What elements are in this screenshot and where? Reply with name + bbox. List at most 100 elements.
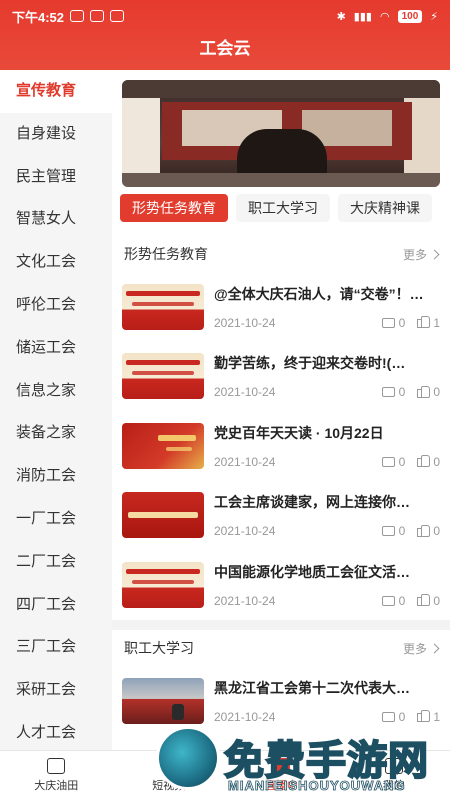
article-date: 2021-10-24 — [214, 593, 276, 608]
like-count: 0 — [433, 524, 440, 539]
sidebar-item[interactable]: 智慧女人 — [0, 198, 112, 241]
comment-icon — [381, 387, 395, 398]
sidebar-item[interactable]: 呼伦工会 — [0, 284, 112, 327]
comment-icon — [381, 456, 395, 467]
tab-item[interactable]: 大庆精神课 — [338, 194, 432, 222]
category-tabs: 形势任务教育 职工大学习 大庆精神课 — [120, 194, 450, 222]
bottom-nav-item-live[interactable]: 直播中 — [225, 751, 338, 800]
notification-icon — [90, 10, 105, 22]
sidebar-item[interactable]: 文化工会 — [0, 241, 112, 284]
status-bar: 下午4:52 ✱ ▮▮▮ ◠ 100 ⚡ — [0, 0, 450, 32]
banner-image[interactable] — [122, 80, 440, 187]
sidebar-item[interactable]: 消防工会 — [0, 455, 112, 498]
article-title: 勤学苦练，终于迎来交卷时!(… — [214, 355, 406, 372]
bottom-nav: 大庆油田 短视频 直播中 我的 — [0, 750, 450, 800]
sidebar-item[interactable]: 四厂工会 — [0, 584, 112, 627]
notification-icon — [110, 10, 125, 22]
like-icon[interactable] — [417, 594, 431, 607]
signal-icon: ▮▮▮ — [353, 10, 372, 23]
article-item[interactable]: 工会主席谈建家，网上连接你… 2021-10-24 0 0 — [112, 481, 450, 551]
section-title: 形势任务教育 — [124, 246, 208, 262]
comment-count: 0 — [398, 709, 406, 724]
live-icon — [272, 758, 291, 774]
user-icon — [384, 758, 403, 774]
section-header: 职工大学习 更多 — [112, 630, 450, 666]
article-title: 党史百年天天读 · 10月22日 — [214, 424, 384, 441]
sidebar-item[interactable]: 信息之家 — [0, 370, 112, 413]
comment-count: 0 — [398, 524, 406, 539]
article-section: 形势任务教育 更多 @全体大庆石油人，请“交卷”！… 2021-10-24 0 … — [112, 236, 450, 620]
comment-count: 0 — [398, 385, 406, 400]
article-date: 2021-10-24 — [214, 709, 276, 724]
wifi-icon: ◠ — [379, 10, 390, 23]
chevron-right-icon — [429, 643, 440, 653]
comment-icon — [381, 526, 395, 537]
bluetooth-icon: ✱ — [336, 10, 346, 23]
article-title: @全体大庆石油人，请“交卷”！… — [214, 285, 424, 302]
like-icon[interactable] — [417, 316, 431, 329]
video-icon — [159, 758, 178, 774]
article-thumbnail — [122, 677, 204, 724]
more-link[interactable]: 更多 — [403, 246, 440, 263]
section-title: 职工大学习 — [124, 640, 194, 656]
article-thumbnail — [122, 283, 204, 330]
section-header: 形势任务教育 更多 — [112, 236, 450, 272]
status-time: 下午4:52 — [12, 9, 65, 25]
like-count: 0 — [433, 593, 440, 608]
tab-item[interactable]: 形势任务教育 — [120, 194, 228, 222]
sidebar-item[interactable]: 装备之家 — [0, 412, 112, 455]
battery-icon: 100 — [397, 9, 423, 23]
article-item[interactable]: 党史百年天天读 · 10月22日 2021-10-24 0 0 — [112, 411, 450, 481]
like-icon[interactable] — [417, 455, 431, 468]
like-icon[interactable] — [417, 385, 431, 398]
sidebar-item[interactable]: 三厂工会 — [0, 626, 112, 669]
like-count: 1 — [433, 709, 440, 724]
sidebar-item[interactable]: 一厂工会 — [0, 498, 112, 541]
bottom-nav-item-home[interactable]: 大庆油田 — [0, 751, 113, 800]
notification-icon — [70, 10, 85, 22]
like-count: 1 — [433, 315, 440, 330]
bottom-nav-item-profile[interactable]: 我的 — [338, 751, 450, 800]
like-count: 0 — [433, 385, 440, 400]
sidebar-item[interactable]: 民主管理 — [0, 156, 112, 199]
like-icon[interactable] — [417, 710, 431, 723]
article-title: 黑龙江省工会第十二次代表大… — [214, 679, 410, 696]
article-date: 2021-10-24 — [214, 524, 276, 539]
sidebar-item[interactable]: 人才工会 — [0, 712, 112, 750]
app-header: 下午4:52 ✱ ▮▮▮ ◠ 100 ⚡ 工会云 — [0, 0, 450, 70]
article-date: 2021-10-24 — [214, 315, 276, 330]
comment-icon — [381, 595, 395, 606]
section-divider — [112, 620, 450, 630]
article-date: 2021-10-24 — [214, 454, 276, 469]
more-link[interactable]: 更多 — [403, 640, 440, 657]
article-item[interactable]: 勤学苦练，终于迎来交卷时!(… 2021-10-24 0 0 — [112, 342, 450, 412]
main-content: 形势任务教育 职工大学习 大庆精神课 形势任务教育 更多 @全体大庆石油人，请“… — [112, 70, 450, 750]
article-title: 中国能源化学地质工会征文活… — [214, 563, 410, 580]
article-title: 工会主席谈建家，网上连接你… — [214, 494, 410, 511]
article-thumbnail — [122, 492, 204, 539]
like-count: 0 — [433, 454, 440, 469]
charging-icon: ⚡ — [430, 10, 438, 23]
comment-icon — [381, 711, 395, 722]
like-icon[interactable] — [417, 524, 431, 537]
comment-count: 0 — [398, 454, 406, 469]
tab-item[interactable]: 职工大学习 — [236, 194, 330, 222]
sidebar-item[interactable]: 二厂工会 — [0, 541, 112, 584]
sidebar-item[interactable]: 储运工会 — [0, 327, 112, 370]
sidebar-item[interactable]: 宣传教育 — [0, 70, 112, 113]
comment-count: 0 — [398, 593, 406, 608]
bottom-nav-item-video[interactable]: 短视频 — [113, 751, 226, 800]
article-item[interactable]: 黑龙江省工会第十二次代表大… 2021-10-24 0 1 — [112, 666, 450, 736]
article-date: 2021-10-24 — [214, 385, 276, 400]
article-item[interactable]: @全体大庆石油人，请“交卷”！… 2021-10-24 0 1 — [112, 272, 450, 342]
sidebar-item[interactable]: 自身建设 — [0, 113, 112, 156]
chevron-right-icon — [429, 249, 440, 259]
article-thumbnail — [122, 561, 204, 608]
page-title: 工会云 — [199, 39, 251, 58]
comment-count: 0 — [398, 315, 406, 330]
category-sidebar: 宣传教育 自身建设 民主管理 智慧女人 文化工会 呼伦工会 储运工会 信息之家 … — [0, 70, 112, 750]
article-item[interactable]: 中国能源化学地质工会征文活… 2021-10-24 0 0 — [112, 550, 450, 620]
article-section: 职工大学习 更多 黑龙江省工会第十二次代表大… 2021-10-24 0 1 — [112, 630, 450, 736]
article-thumbnail — [122, 353, 204, 400]
sidebar-item[interactable]: 采研工会 — [0, 669, 112, 712]
